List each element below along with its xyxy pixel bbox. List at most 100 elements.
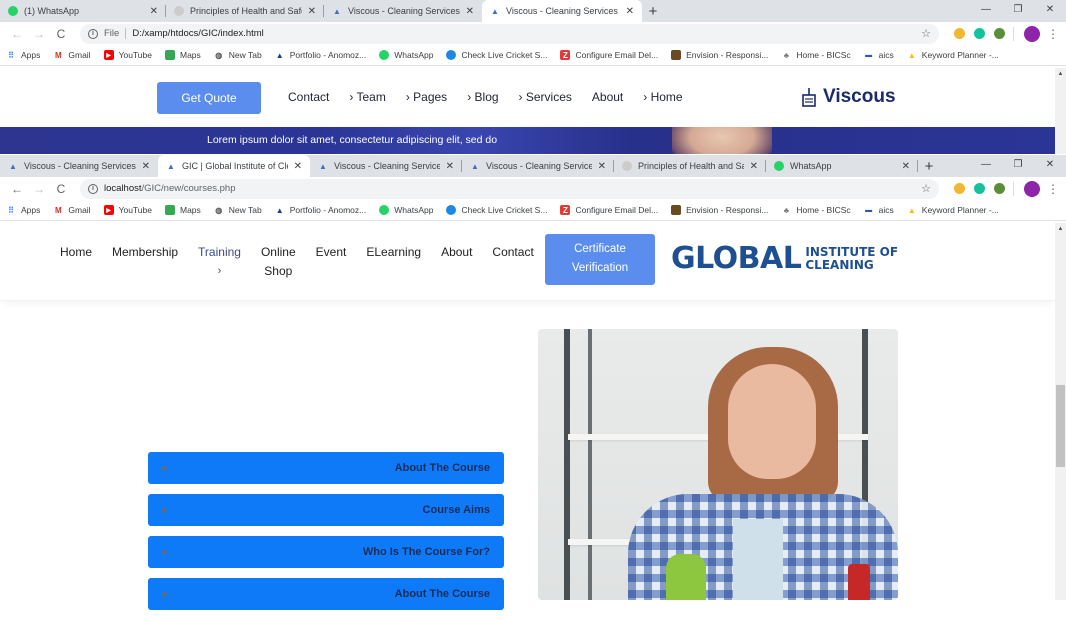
tab[interactable]: Principles of Health and Safety ✕ [614, 155, 766, 177]
bookmark-zoho[interactable]: Z Configure Email Del... [560, 50, 658, 60]
nav-pages[interactable]: › Pages [406, 90, 447, 104]
nav-event[interactable]: Event [316, 243, 347, 281]
close-tab-icon[interactable]: ✕ [902, 161, 910, 172]
url-text[interactable]: D:/xamp/htdocs/GIC/index.html [132, 28, 921, 39]
minimize-button[interactable]: — [970, 155, 1002, 177]
nav-blog[interactable]: › Blog [467, 90, 498, 104]
minimize-button[interactable]: — [970, 0, 1002, 22]
bookmark-aics[interactable]: ▬ aics [864, 205, 894, 215]
get-quote-button[interactable]: Get Quote [157, 82, 261, 114]
restore-button[interactable]: ❐ [1002, 0, 1034, 22]
profile-avatar[interactable] [1024, 25, 1040, 42]
bookmark-aics[interactable]: ▬ aics [864, 50, 894, 60]
new-tab-button[interactable]: + [918, 155, 940, 177]
viscous-logo[interactable]: Viscous [800, 86, 896, 108]
reload-icon[interactable]: C [50, 182, 72, 196]
close-tab-icon[interactable]: ✕ [750, 161, 758, 172]
bookmark-cricket[interactable]: Check Live Cricket S... [446, 50, 547, 60]
accordion-item[interactable]: Who Is The Course For? [148, 536, 504, 568]
more-menu-icon[interactable]: ⋮ [1046, 182, 1060, 196]
close-tab-icon[interactable]: ✕ [626, 6, 634, 17]
nav-membership[interactable]: Membership [112, 243, 178, 281]
tab[interactable]: (1) WhatsApp ✕ [0, 0, 166, 22]
forward-icon[interactable]: → [28, 182, 50, 196]
bookmark-youtube[interactable]: ▶ YouTube [103, 50, 152, 60]
close-tab-icon[interactable]: ✕ [142, 161, 150, 172]
close-tab-icon[interactable]: ✕ [598, 161, 606, 172]
extension-globe-icon[interactable] [989, 179, 1009, 199]
close-tab-icon[interactable]: ✕ [294, 161, 302, 172]
bookmark-maps[interactable]: Maps [164, 205, 201, 215]
bookmark-youtube[interactable]: ▶ YouTube [103, 205, 152, 215]
nav-services[interactable]: › Services [519, 90, 572, 104]
nav-training[interactable]: Training › [198, 243, 241, 281]
bookmark-envision[interactable]: Envision - Responsi... [671, 205, 768, 215]
bookmark-gmail[interactable]: M Gmail [53, 50, 91, 60]
close-tab-icon[interactable]: ✕ [150, 6, 158, 17]
bookmark-new-tab[interactable]: ◍ New Tab [214, 205, 261, 215]
more-menu-icon[interactable]: ⋮ [1046, 27, 1060, 41]
nav-contact[interactable]: Contact [288, 90, 329, 104]
bookmark-zoho[interactable]: Z Configure Email Del... [560, 205, 658, 215]
bookmark-keyword-planner[interactable]: ▲ Keyword Planner -... [907, 205, 999, 215]
bookmark-apps[interactable]: ⠿ Apps [6, 50, 40, 60]
back-icon[interactable]: ← [6, 27, 28, 41]
gic-logo[interactable]: GLOBAL INSTITUTE OF CLEANING [671, 241, 898, 276]
profile-avatar[interactable] [1024, 180, 1040, 197]
url-text[interactable]: localhost/GIC/new/courses.php [104, 183, 921, 194]
forward-icon[interactable]: → [28, 27, 50, 41]
tab[interactable]: ▲ Viscous - Cleaning Services HT ✕ [0, 155, 158, 177]
tab-active[interactable]: ▲ GIC | Global Institute of Cleani ✕ [158, 155, 310, 177]
bookmark-new-tab[interactable]: ◍ New Tab [214, 50, 261, 60]
scrollbar[interactable]: ▲ [1055, 68, 1066, 154]
extension-icon[interactable] [949, 24, 969, 44]
nav-home[interactable]: Home [60, 243, 92, 281]
nav-contact[interactable]: Contact [492, 243, 533, 281]
nav-about[interactable]: About [592, 90, 623, 104]
back-icon[interactable]: ← [6, 182, 28, 196]
info-icon[interactable]: i [88, 28, 98, 39]
nav-online-shop[interactable]: Online Shop [261, 243, 296, 281]
scroll-up-icon[interactable]: ▲ [1055, 68, 1066, 80]
bookmark-bicsc[interactable]: ♣ Home - BICSc [781, 205, 851, 215]
bookmark-apps[interactable]: ⠿ Apps [6, 205, 40, 215]
close-tab-icon[interactable]: ✕ [446, 161, 454, 172]
tab[interactable]: ▲ Viscous - Cleaning Services HT ✕ [310, 155, 462, 177]
address-bar[interactable]: i File D:/xamp/htdocs/GIC/index.html ☆ [80, 23, 939, 44]
nav-about[interactable]: About [441, 243, 472, 281]
accordion-item[interactable]: Course Aims [148, 494, 504, 526]
extension-globe-icon[interactable] [989, 24, 1009, 44]
bookmark-gmail[interactable]: M Gmail [53, 205, 91, 215]
bookmark-cricket[interactable]: Check Live Cricket S... [446, 205, 547, 215]
accordion-item[interactable]: About The Course [148, 452, 504, 484]
new-tab-button[interactable]: + [642, 0, 664, 22]
tab[interactable]: ▲ Viscous - Cleaning Services HT ✕ [462, 155, 614, 177]
tab[interactable]: ▲ Viscous - Cleaning Services HTM ✕ [324, 0, 482, 22]
nav-team[interactable]: › Team [349, 90, 385, 104]
info-icon[interactable]: i [88, 183, 98, 194]
scrollbar[interactable]: ▲ [1055, 223, 1066, 600]
bookmark-keyword-planner[interactable]: ▲ Keyword Planner -... [907, 50, 999, 60]
tab-active[interactable]: ▲ Viscous - Cleaning Services HTM ✕ [482, 0, 642, 22]
close-window-button[interactable]: ✕ [1034, 0, 1066, 22]
close-tab-icon[interactable]: ✕ [466, 6, 474, 17]
grammarly-icon[interactable] [969, 179, 989, 199]
grammarly-icon[interactable] [969, 24, 989, 44]
reload-icon[interactable]: C [50, 27, 72, 41]
bookmark-star-icon[interactable]: ☆ [921, 182, 931, 195]
nav-elearning[interactable]: ELearning [366, 243, 421, 281]
certificate-verification-button[interactable]: Certificate Verification [545, 234, 655, 285]
bookmark-portfolio[interactable]: ▲ Portfolio - Anomoz... [275, 205, 367, 215]
tab[interactable]: Principles of Health and Safety C ✕ [166, 0, 324, 22]
close-window-button[interactable]: ✕ [1034, 155, 1066, 177]
accordion-item[interactable]: About The Course [148, 578, 504, 610]
tab[interactable]: WhatsApp ✕ [766, 155, 918, 177]
bookmark-star-icon[interactable]: ☆ [921, 27, 931, 40]
scrollbar-thumb[interactable] [1056, 385, 1065, 467]
nav-home[interactable]: › Home [643, 90, 682, 104]
bookmark-bicsc[interactable]: ♣ Home - BICSc [781, 50, 851, 60]
address-bar[interactable]: i localhost/GIC/new/courses.php ☆ [80, 178, 939, 199]
bookmark-portfolio[interactable]: ▲ Portfolio - Anomoz... [275, 50, 367, 60]
bookmark-whatsapp[interactable]: WhatsApp [379, 205, 433, 215]
close-tab-icon[interactable]: ✕ [308, 6, 316, 17]
